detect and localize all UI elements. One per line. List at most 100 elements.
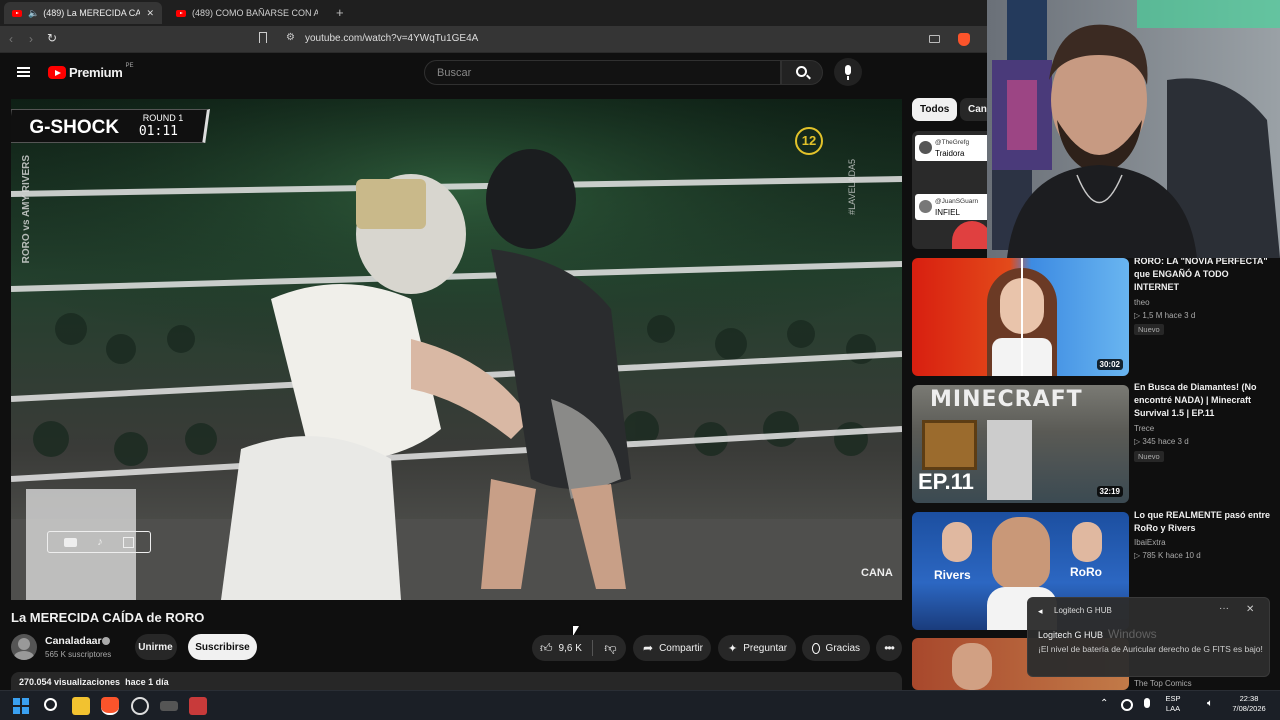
twitch-social-icon [122,536,134,548]
start-button[interactable] [13,698,29,714]
new-tab-button[interactable]: + [336,5,344,20]
speaker-icon: 🔈 [28,7,40,18]
brave-browser-icon[interactable] [101,697,119,715]
sidebar-video-channel[interactable]: theo [1134,298,1150,307]
back-icon[interactable]: ‹ [9,32,13,46]
windows-logo-icon [13,698,20,705]
youtube-favicon-icon [12,9,22,17]
video-duration: 32:19 [1096,486,1123,497]
subscribe-button[interactable]: Suscribirse [188,634,257,660]
voice-search-button[interactable] [834,58,862,86]
sidebar-video-channel[interactable]: The Top Comics [1134,679,1192,688]
like-button[interactable]: 👍︎ 9,6 K [532,635,592,661]
app-icon[interactable] [131,697,149,715]
logitech-icon: ◂ [1038,606,1043,616]
microphone-tray-icon[interactable] [1144,698,1150,708]
comment-preview-card: @TheGrefg Traidora [915,135,991,161]
notification-app: Logitech G HUB [1054,606,1112,615]
fighters-vertical-text: RORO vs AMY RIVERS [21,155,32,264]
address-bar-row: ‹ › ↻ ⚙ youtube.com/watch?v=4YWqTu1GE4A [0,26,988,53]
round-scoreboard: G-SHOCK ROUND 1 01:11 [11,109,210,143]
menu-icon[interactable] [17,67,30,77]
video-player[interactable]: G-SHOCK ROUND 1 01:11 12 #LAVELADA5 RORO… [11,99,902,600]
thanks-label: Gracias [825,642,860,654]
thumb-left-label: Rivers [934,568,971,582]
share-label: Compartir [659,642,703,654]
more-actions-button[interactable]: ••• [876,635,902,661]
ask-button[interactable]: ✦ Preguntar [718,635,796,661]
comment-preview-card: @JuanSGuarn INFIEL [915,194,991,220]
sidebar-video-title[interactable]: RORO: LA "NOVIA PERFECTA" que ENGAÑÓ A T… [1134,255,1274,294]
notification-close-icon[interactable]: ✕ [1246,604,1254,615]
sidebar-video-title[interactable]: En Busca de Diamantes! (No encontré NADA… [1134,381,1274,420]
youtube-logo-icon [48,66,66,79]
sidebar-video-channel[interactable]: IbaiExtra [1134,538,1166,547]
brave-shield-icon[interactable] [958,33,970,46]
dislike-button[interactable]: 👎︎ [595,635,626,661]
reload-icon[interactable]: ↻ [47,31,57,45]
like-count: 9,6 K [558,642,582,654]
cast-icon[interactable] [929,35,940,43]
comment-text: Traidora [935,149,965,158]
thanks-icon [812,642,820,654]
channel-watermark: CANA [861,567,893,579]
share-button[interactable]: ➦ Compartir [633,635,711,661]
language-bottom: LAA [1165,704,1181,713]
region-code: PE [125,62,134,69]
sidebar-video-thumbnail[interactable]: 30:02 [912,258,1129,376]
sidebar-video-thumbnail[interactable]: MINECRAFT EP.11 32:19 [912,385,1129,503]
comment-handle: @JuanSGuarn [935,198,979,205]
clock[interactable]: 22:38 7/08/2026 [1226,694,1272,714]
file-explorer-icon[interactable] [72,697,90,715]
url-field[interactable]: youtube.com/watch?v=4YWqTu1GE4A [305,33,478,44]
thumb-right-label: RoRo [1070,565,1102,579]
sidebar-video-stats: ▷ 1,5 M hace 3 d [1134,311,1196,320]
app-icon[interactable] [160,701,178,711]
browser-tab[interactable]: (489) COMO BAÑARSE CON AGUA Y [168,2,326,24]
search-input[interactable]: Buscar [424,60,781,85]
stats-text: 785 K hace 10 d [1142,551,1201,560]
tray-app-icon[interactable] [1121,699,1133,711]
streamer-webcam-overlay [987,0,1280,258]
tray-chevron-icon[interactable]: ⌃ [1100,698,1108,709]
site-settings-icon[interactable]: ⚙ [286,32,295,43]
search-taskbar-icon[interactable] [44,698,57,711]
microphone-icon [845,65,851,75]
notification-more-icon[interactable]: ··· [1219,603,1229,614]
ask-label: Preguntar [743,642,788,654]
avatar [919,200,932,213]
sidebar-video-stats: ▷ 785 K hace 10 d [1134,551,1201,560]
event-vertical-text: #LAVELADA5 [847,159,857,215]
sidebar-video-title[interactable]: Lo que REALMENTE pasó entre RoRo y River… [1134,509,1274,535]
system-notification[interactable]: ◂ Logitech G HUB ··· ✕ Logitech G HUB Wi… [1027,597,1270,677]
app-icon[interactable] [189,697,207,715]
youtube-header: Premium PE Buscar [0,54,988,92]
bookmark-icon[interactable] [259,32,267,43]
scoreboard-clock: 01:11 [138,124,178,139]
forward-icon[interactable]: › [29,32,33,46]
browser-tab-bar: 🔈 (489) La MERECIDA CAÍDA de ✕ (489) COM… [0,0,988,26]
windows-watermark: Windows [1108,627,1157,641]
thanks-button[interactable]: Gracias [802,635,870,661]
description-box[interactable]: 270.054 visualizaciones hace 1 día [11,672,902,690]
channel-avatar[interactable] [11,634,37,660]
avatar [919,141,932,154]
channel-name[interactable]: Canaladaar [45,635,102,647]
thumb-text: MINECRAFT [930,387,1083,412]
scoreboard-brand: G-SHOCK [29,117,120,138]
language-indicator[interactable]: ESP LAA [1162,694,1184,714]
clock-date: 7/08/2026 [1232,704,1266,713]
close-tab-icon[interactable]: ✕ [146,8,154,19]
scoreboard-round: ROUND 1 [142,113,184,123]
comment-handle: @TheGrefg [935,139,970,146]
sidebar-video-channel[interactable]: Trece [1134,424,1154,433]
browser-tab-active[interactable]: 🔈 (489) La MERECIDA CAÍDA de ✕ [4,2,162,24]
webcam-frame [987,0,1280,258]
speaker-tray-icon[interactable]: 🔈︎ [1207,698,1213,709]
youtube-logo[interactable]: Premium PE [48,62,134,80]
chip-all[interactable]: Todos [912,98,958,121]
thumbs-up-icon: 👍︎ [540,640,553,655]
join-button[interactable]: Unirme [135,634,177,660]
search-button[interactable] [781,60,823,85]
like-dislike-group: 👍︎ 9,6 K 👎︎ [532,635,626,661]
